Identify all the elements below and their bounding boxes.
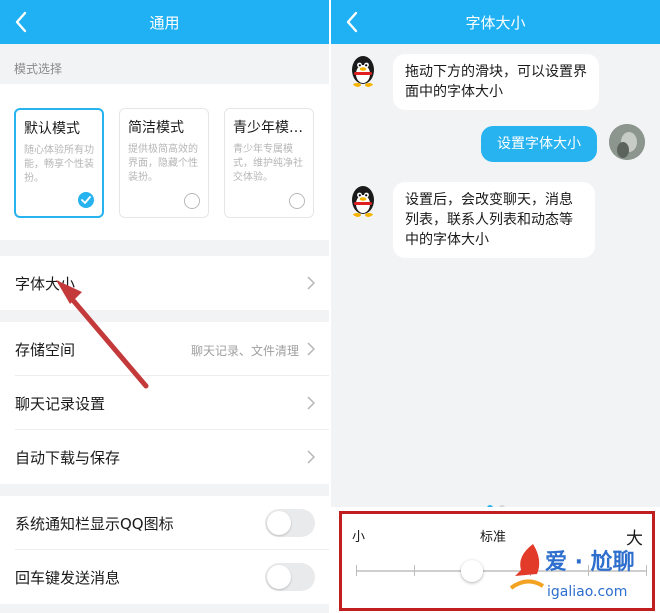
enter-send-toggle[interactable] [265, 563, 315, 591]
row-label: 存储空间 [15, 341, 76, 359]
mode-card-default[interactable]: 默认模式 随心体验所有功能，畅享个性装扮。 [14, 108, 104, 218]
chevron-right-icon [307, 450, 315, 464]
penguin-avatar-icon [345, 52, 381, 88]
page-title: 通用 [149, 14, 180, 32]
mode-selector: 默认模式 随心体验所有功能，畅享个性装扮。 简洁模式 提供极简高效的界面，隐藏个… [0, 84, 329, 240]
chat-bubble-incoming: 设置后，会改变聊天，消息列表，联系人列表和动态等中的字体大小 [393, 182, 595, 258]
row-label: 聊天记录设置 [15, 395, 106, 413]
slider-label-small: 小 [352, 530, 366, 545]
slider-thumb[interactable] [461, 560, 483, 582]
general-settings-screen: 通用 模式选择 默认模式 随心体验所有功能，畅享个性装扮。 简洁模式 提供极简高… [0, 0, 329, 613]
watermark-text: 爱 · 尬聊 [545, 550, 635, 575]
chat-bubble-outgoing: 设置字体大小 [481, 126, 597, 162]
row-enter-send: 回车键发送消息 [0, 550, 329, 604]
row-label: 回车键发送消息 [15, 569, 121, 587]
mode-radio[interactable] [289, 193, 305, 209]
row-value: 聊天记录、文件清理 [190, 344, 299, 358]
mode-name: 默认模式 [24, 121, 80, 137]
toggle-knob [267, 511, 291, 535]
chevron-right-icon [307, 396, 315, 410]
mode-card-teen[interactable]: 青少年模… 青少年专属模式，维护纯净社交体验。 [224, 108, 314, 218]
chat-bubble-incoming: 拖动下方的滑块，可以设置界面中的字体大小 [393, 54, 599, 110]
watermark-url: igaliao.com [547, 584, 628, 600]
slider-tick [414, 565, 415, 576]
mode-name: 青少年模… [233, 120, 303, 136]
font-size-titlebar: 字体大小 [331, 0, 660, 44]
font-size-screen: 字体大小 拖动下方的滑块，可以设置界面中的字体大小 设置字体大小 设置后，会改变… [331, 0, 660, 613]
mode-card-simple[interactable]: 简洁模式 提供极简高效的界面，隐藏个性装扮。 [119, 108, 209, 218]
mode-name: 简洁模式 [128, 120, 184, 136]
slider-tick [356, 565, 357, 576]
mode-description: 提供极简高效的界面，隐藏个性装扮。 [128, 144, 198, 183]
watermark-logo-icon [509, 544, 545, 590]
row-storage[interactable]: 存储空间 聊天记录、文件清理 [0, 322, 329, 376]
user-avatar-icon [609, 124, 645, 160]
chevron-right-icon [307, 276, 315, 290]
check-icon [81, 196, 91, 204]
page-title: 字体大小 [465, 14, 526, 32]
mode-radio[interactable] [184, 193, 200, 209]
row-label: 系统通知栏显示QQ图标 [15, 515, 174, 533]
mode-description: 随心体验所有功能，畅享个性装扮。 [24, 145, 94, 184]
row-label: 字体大小 [15, 275, 76, 293]
mode-section-label: 模式选择 [14, 62, 63, 76]
mode-description: 青少年专属模式，维护纯净社交体验。 [233, 144, 303, 183]
mode-radio-checked[interactable] [78, 192, 94, 208]
notify-icon-toggle[interactable] [265, 509, 315, 537]
row-label: 自动下载与保存 [15, 449, 121, 467]
chevron-right-icon [307, 342, 315, 356]
penguin-avatar-icon [345, 182, 381, 218]
row-chat-history[interactable]: 聊天记录设置 [0, 376, 329, 430]
row-notify-icon: 系统通知栏显示QQ图标 [0, 496, 329, 550]
toggle-knob [267, 565, 291, 589]
row-font-size[interactable]: 字体大小 [0, 256, 329, 310]
watermark: 爱 · 尬聊 igaliao.com [507, 540, 657, 610]
slider-label-standard: 标准 [480, 530, 507, 545]
row-auto-download[interactable]: 自动下载与保存 [0, 430, 329, 484]
general-titlebar: 通用 [0, 0, 329, 44]
